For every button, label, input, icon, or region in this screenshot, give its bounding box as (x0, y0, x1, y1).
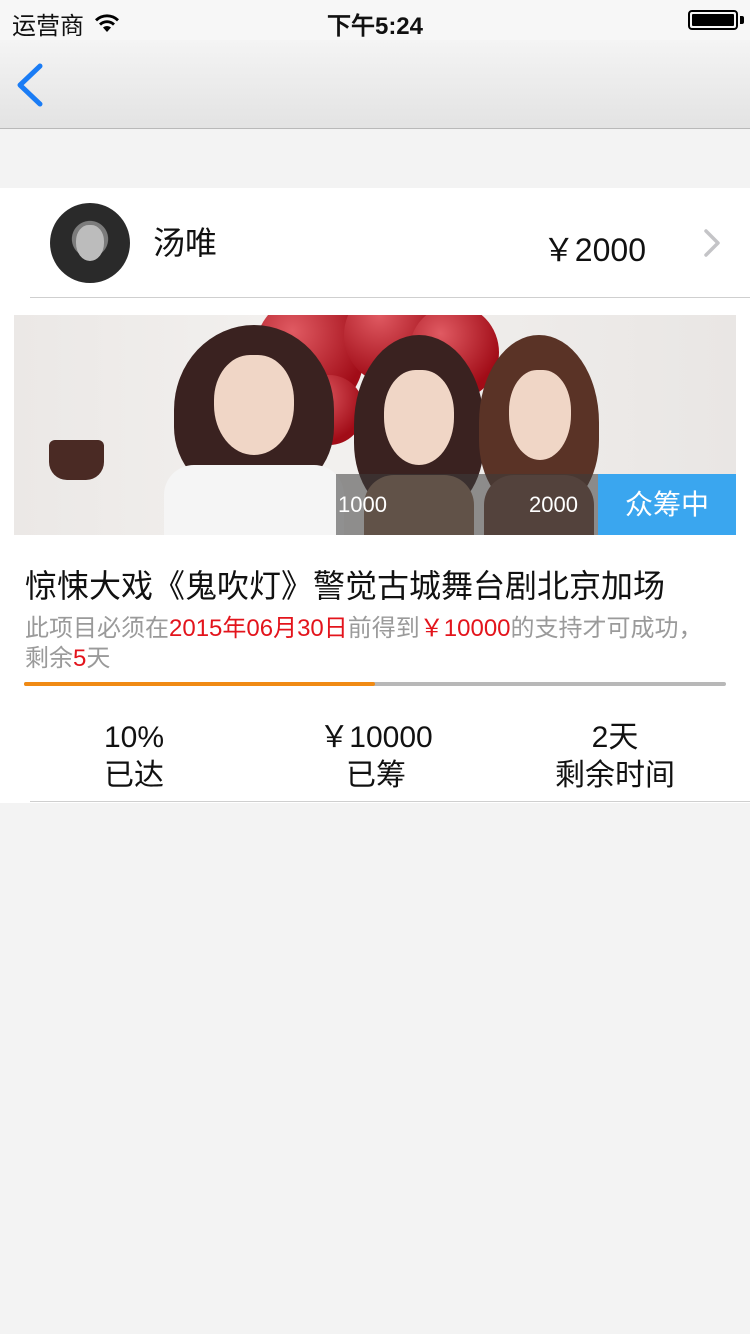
remaining-days: 5 (73, 645, 87, 672)
status-bar: 运营商 下午5:24 (0, 0, 750, 40)
stat-value: ￥10000 (319, 721, 433, 754)
stat-value: 10% (103, 721, 165, 754)
status-time: 下午5:24 (326, 13, 424, 40)
project-condition: 此项目必须在2015年06月30日前得到￥10000的支持才可成功，剩余5天 (25, 614, 725, 674)
goal-amount: ￥10000 (419, 615, 511, 642)
person-figure (164, 325, 344, 535)
tier-low-label: 1000 (338, 492, 387, 517)
condition-end: 天 (86, 645, 111, 672)
stat-reached: 10% 已达 (14, 719, 254, 795)
battery-tip (740, 16, 744, 24)
project-card: 1000 2000 众筹中 惊悚大戏《鬼吹灯》警觉古城舞台剧北京加场 此项目必须… (0, 298, 750, 803)
tier-overlay: 1000 2000 (336, 474, 598, 535)
project-title: 惊悚大戏《鬼吹灯》警觉古城舞台剧北京加场 (25, 568, 666, 604)
funding-progress-bar (24, 682, 726, 686)
condition-mid: 前得到 (347, 615, 420, 642)
backer-name: 汤唯 (153, 225, 218, 261)
backer-amount: ￥2000 (542, 232, 646, 268)
stats-divider (30, 801, 750, 802)
stat-label: 已达 (104, 759, 164, 792)
chevron-left-icon (17, 63, 43, 107)
chevron-right-icon (704, 229, 720, 257)
stat-value: 2天 (591, 721, 639, 754)
stat-label: 剩余时间 (555, 759, 675, 792)
stat-raised: ￥10000 已筹 (256, 719, 496, 795)
tier-high-label: 2000 (529, 492, 578, 517)
stat-label: 已筹 (346, 759, 406, 792)
project-banner-image[interactable]: 1000 2000 众筹中 (14, 315, 736, 535)
cupcake-shape (49, 440, 104, 480)
back-button[interactable] (12, 62, 52, 108)
deadline-date: 2015年06月30日 (169, 615, 348, 642)
progress-fill (24, 682, 375, 686)
condition-prefix: 此项目必须在 (25, 615, 169, 642)
backer-row[interactable]: 汤唯 ￥2000 (0, 188, 750, 298)
stat-remaining: 2天 剩余时间 (495, 719, 735, 795)
status-badge: 众筹中 (598, 474, 736, 535)
battery-icon (688, 10, 738, 30)
navigation-bar (0, 40, 750, 129)
avatar (50, 203, 130, 283)
